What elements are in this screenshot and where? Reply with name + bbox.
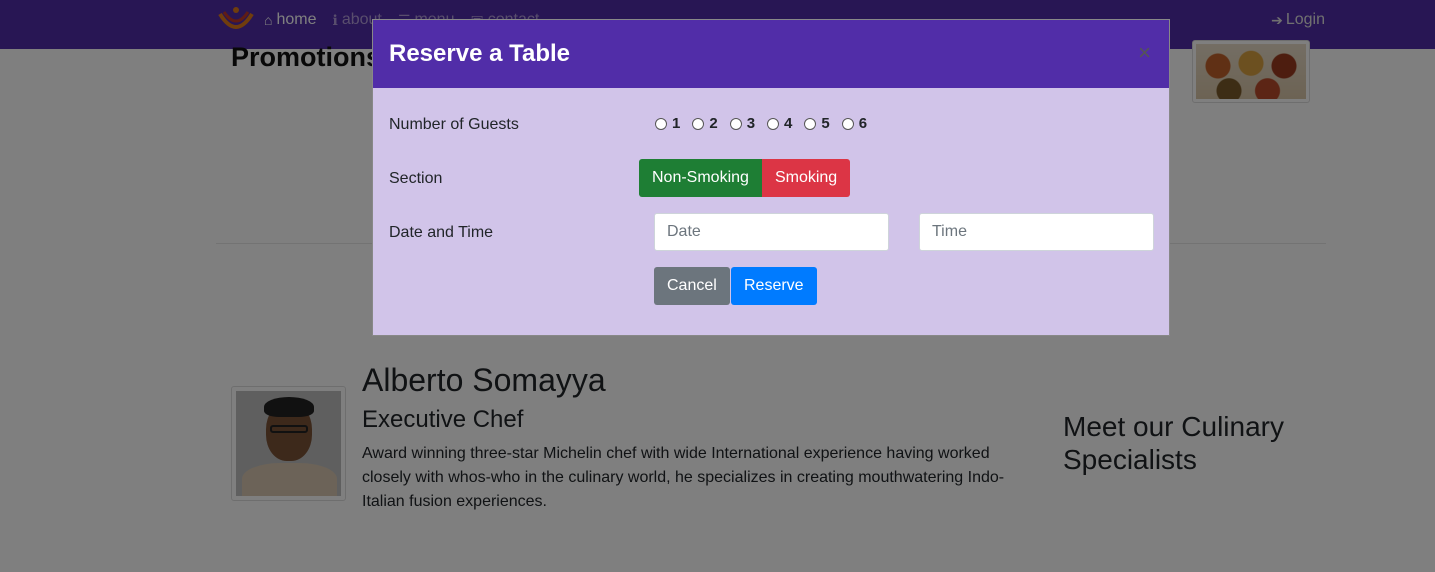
radio-label: 4 — [784, 115, 793, 132]
radio-label: 1 — [672, 115, 681, 132]
section-toggle-group: Non-Smoking Smoking — [639, 159, 851, 197]
datetime-label: Date and Time — [389, 224, 494, 241]
time-input[interactable]: Time — [919, 213, 1154, 251]
non-smoking-button[interactable]: Non-Smoking — [639, 159, 762, 197]
close-icon: × — [1138, 40, 1151, 65]
radio-label: 2 — [709, 115, 718, 132]
cancel-button[interactable]: Cancel — [654, 267, 730, 305]
modal-header: Reserve a Table × — [373, 20, 1169, 88]
guests-option-6[interactable]: 6 — [841, 115, 868, 132]
guests-option-1[interactable]: 1 — [655, 115, 680, 132]
guests-option-3[interactable]: 3 — [729, 115, 756, 132]
time-placeholder: Time — [932, 223, 967, 240]
guests-option-5[interactable]: 5 — [804, 115, 830, 132]
guests-option-4[interactable]: 4 — [767, 115, 792, 132]
radio-label: 5 — [821, 115, 830, 132]
guests-label: Number of Guests — [389, 116, 519, 133]
guests-option-2[interactable]: 2 — [692, 115, 718, 132]
date-input[interactable]: Date — [654, 213, 889, 251]
guests-radio-group: 1 2 3 4 5 6 — [655, 115, 879, 132]
date-placeholder: Date — [667, 223, 701, 240]
modal-title: Reserve a Table — [389, 40, 570, 67]
radio-label: 3 — [746, 115, 756, 132]
radio-button[interactable] — [804, 117, 817, 130]
radio-button[interactable] — [767, 117, 780, 130]
radio-button[interactable] — [841, 117, 854, 130]
close-button[interactable]: × — [1138, 40, 1151, 66]
section-label: Section — [389, 170, 443, 187]
reserve-table-modal: Reserve a Table × Number of Guests 1 2 3… — [372, 19, 1170, 336]
reserve-button[interactable]: Reserve — [731, 267, 817, 305]
radio-button[interactable] — [692, 117, 705, 130]
radio-button[interactable] — [729, 117, 742, 130]
radio-label: 6 — [858, 115, 868, 132]
smoking-button[interactable]: Smoking — [761, 159, 851, 197]
radio-button[interactable] — [655, 117, 667, 130]
